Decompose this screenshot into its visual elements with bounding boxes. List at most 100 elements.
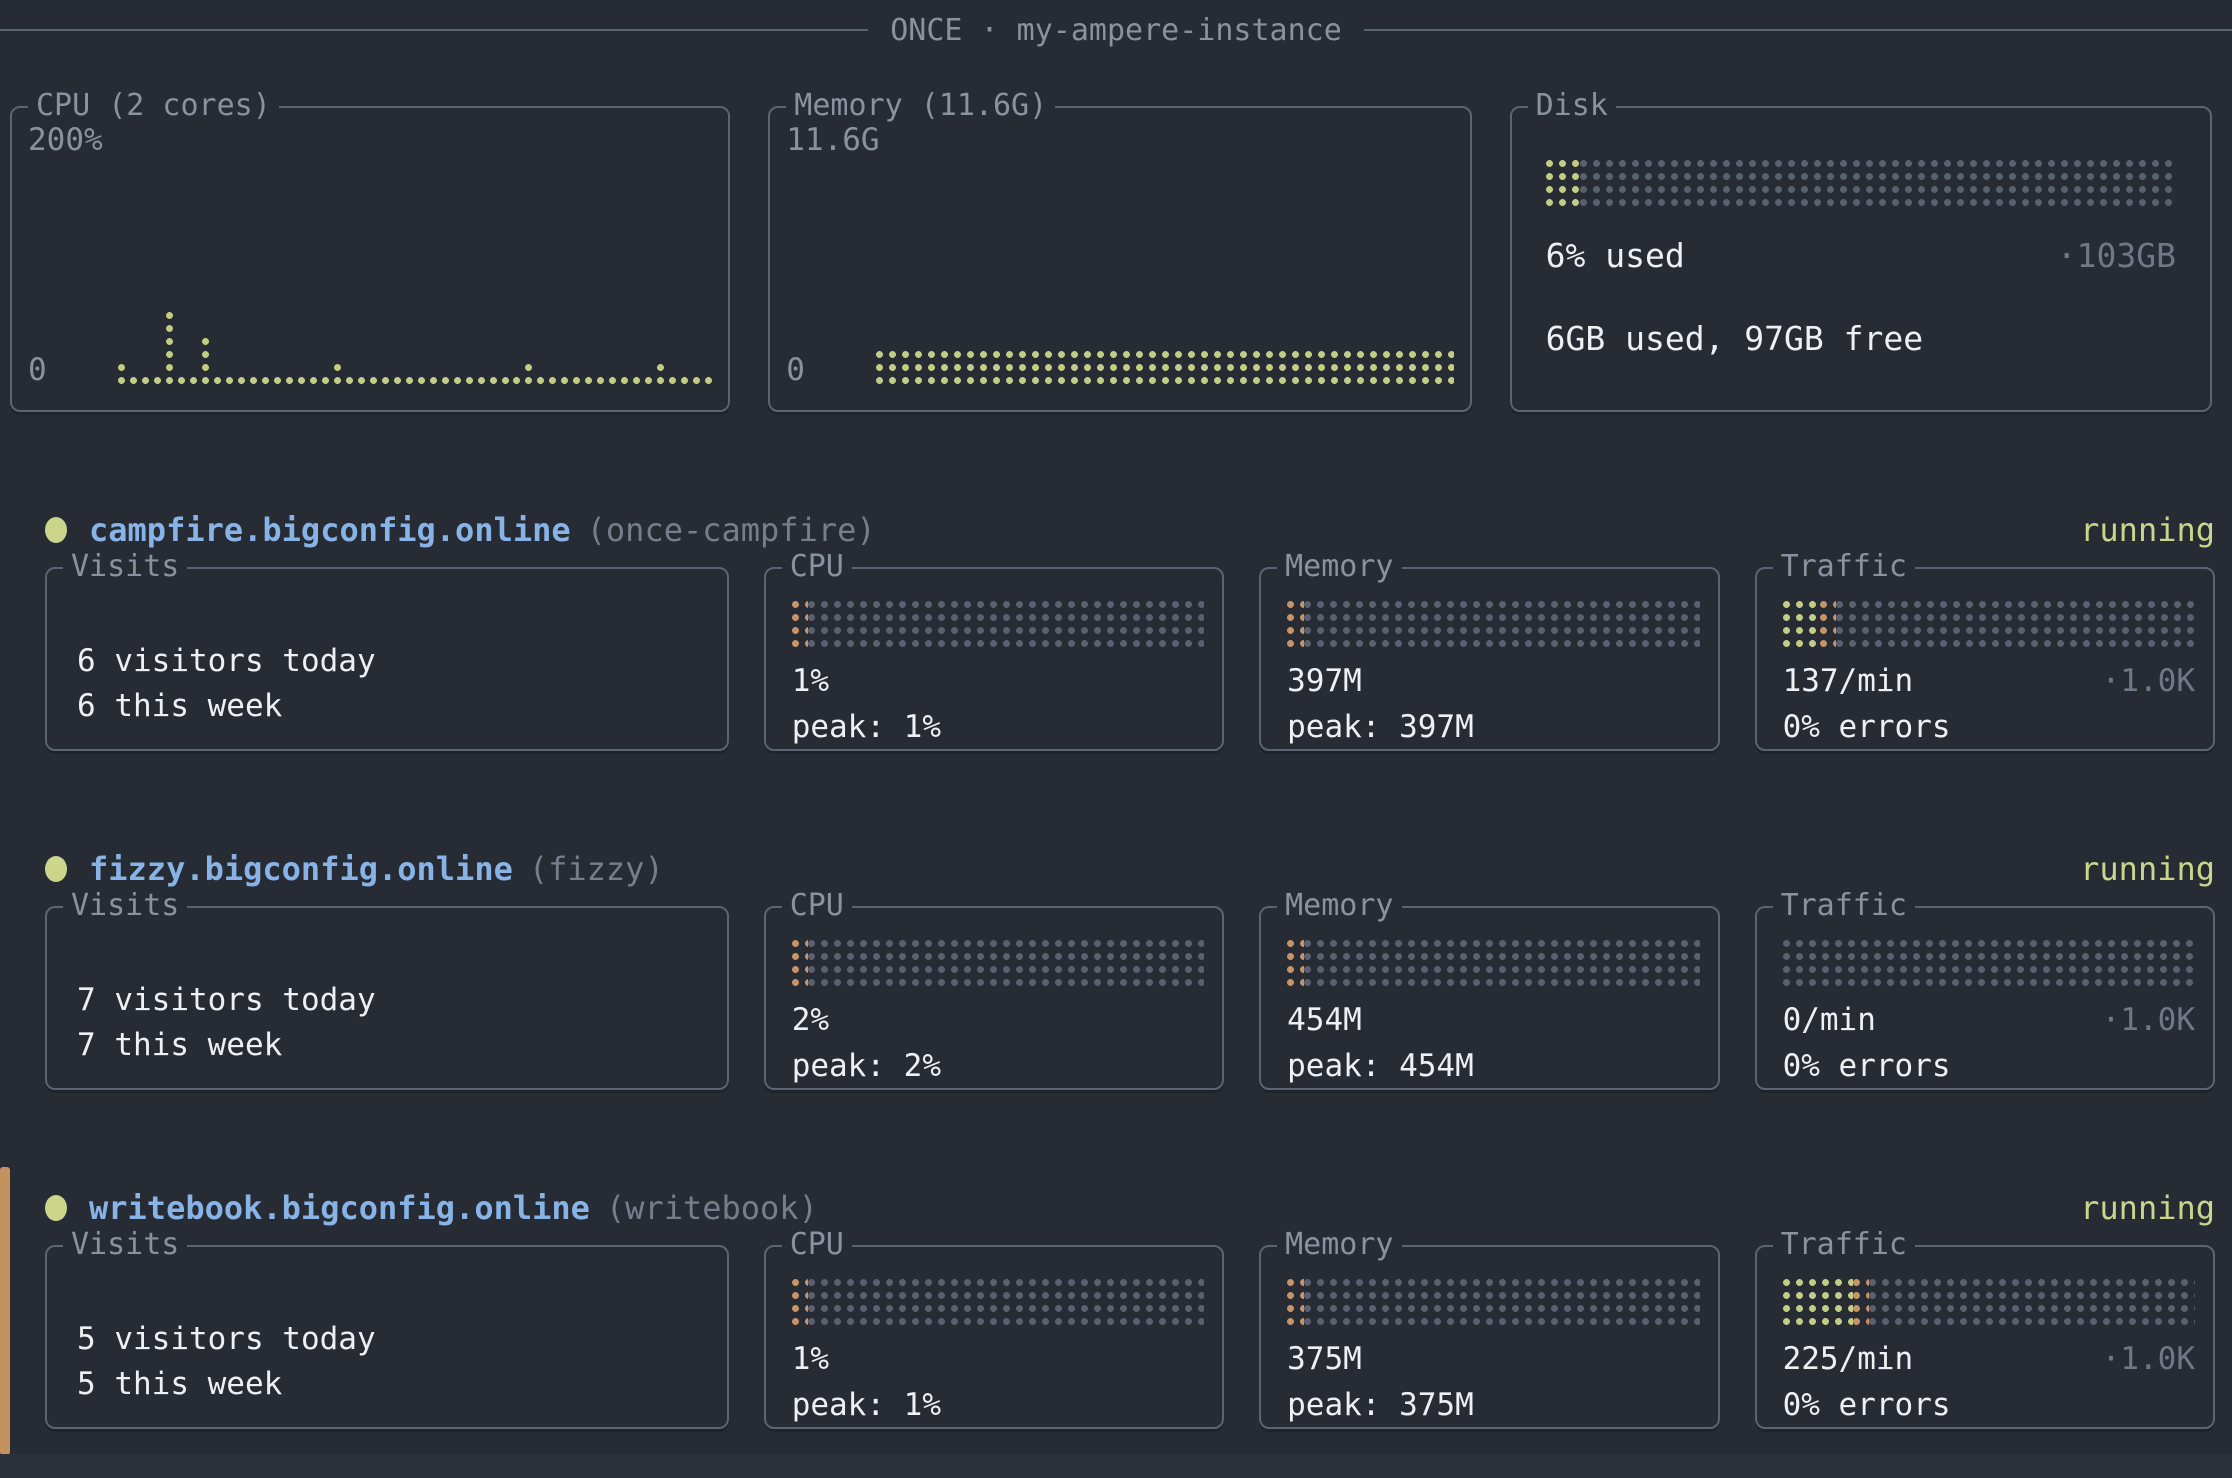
disk-usage-row: 6% used ·103GB bbox=[1546, 236, 2176, 275]
memory-peak: peak: 375M bbox=[1287, 1385, 1699, 1425]
traffic-capacity: ·1.0K bbox=[2102, 1000, 2195, 1040]
status-badge: running bbox=[2080, 850, 2215, 888]
status-dot-icon bbox=[45, 517, 67, 543]
memory-box: Memory 397M peak: 397M bbox=[1259, 567, 1719, 751]
title-rule-right bbox=[1364, 29, 2232, 31]
memory-gauge bbox=[1287, 940, 1699, 986]
host-memory-panel-title: Memory (11.6G) bbox=[786, 87, 1055, 125]
cpu-gauge bbox=[792, 601, 1204, 647]
app-metric-boxes: Visits 7 visitors today 7 this week CPU … bbox=[0, 891, 2232, 1090]
selection-indicator bbox=[0, 1167, 10, 1455]
memory-box: Memory 375M peak: 375M bbox=[1259, 1245, 1719, 1429]
traffic-errors: 0% errors bbox=[1783, 1046, 2195, 1086]
memory-value: 454M bbox=[1287, 1000, 1699, 1040]
cpu-gauge bbox=[792, 1279, 1204, 1325]
cpu-peak: peak: 1% bbox=[792, 707, 1204, 747]
traffic-gauge bbox=[1783, 1279, 2195, 1325]
memory-axis-max-label: 11.6G bbox=[786, 122, 879, 158]
memory-peak: peak: 397M bbox=[1287, 707, 1699, 747]
traffic-rate: 225/min bbox=[1783, 1339, 1914, 1379]
app-section-campfire: campfire.bigconfig.online (once-campfire… bbox=[0, 507, 2232, 751]
traffic-box-title: Traffic bbox=[1773, 1226, 1915, 1264]
host-panels-row: CPU (2 cores) 200% 0 Memory (11.6G) 11.6… bbox=[0, 48, 2232, 412]
cpu-axis-max-label: 200% bbox=[28, 122, 103, 158]
traffic-box: Traffic 0/min ·1.0K 0% errors bbox=[1755, 906, 2215, 1090]
memory-gauge bbox=[1287, 601, 1699, 647]
visits-week: 6 this week bbox=[77, 684, 727, 729]
visits-today: 5 visitors today bbox=[77, 1317, 727, 1362]
cpu-box: CPU 1% peak: 1% bbox=[764, 567, 1224, 751]
bottom-strip bbox=[0, 1454, 2232, 1478]
app-row-campfire[interactable]: campfire.bigconfig.online (once-campfire… bbox=[0, 507, 2232, 552]
traffic-capacity: ·1.0K bbox=[2102, 661, 2195, 701]
traffic-gauge bbox=[1783, 601, 2195, 647]
traffic-errors: 0% errors bbox=[1783, 1385, 2195, 1425]
app-alias: (once-campfire) bbox=[587, 511, 876, 549]
cpu-peak: peak: 1% bbox=[792, 1385, 1204, 1425]
disk-used-label: 6% used bbox=[1546, 236, 1685, 275]
disk-usage-gauge bbox=[1546, 160, 2176, 206]
host-disk-panel-title: Disk bbox=[1528, 87, 1616, 125]
visits-box: Visits 7 visitors today 7 this week bbox=[45, 906, 729, 1090]
visits-box: Visits 6 visitors today 6 this week bbox=[45, 567, 729, 751]
status-dot-icon bbox=[45, 1195, 67, 1221]
status-badge: running bbox=[2080, 1189, 2215, 1227]
app-row-writebook[interactable]: writebook.bigconfig.online (writebook) r… bbox=[0, 1185, 2232, 1230]
app-metric-boxes: Visits 6 visitors today 6 this week CPU … bbox=[0, 552, 2232, 751]
memory-peak: peak: 454M bbox=[1287, 1046, 1699, 1086]
visits-today: 7 visitors today bbox=[77, 978, 727, 1023]
cpu-box-title: CPU bbox=[782, 548, 852, 586]
traffic-box-title: Traffic bbox=[1773, 887, 1915, 925]
cpu-axis-min-label: 0 bbox=[28, 352, 47, 388]
memory-box-title: Memory bbox=[1277, 1226, 1401, 1264]
host-memory-panel: Memory (11.6G) 11.6G 0 bbox=[768, 106, 1471, 412]
cpu-box: CPU 2% peak: 2% bbox=[764, 906, 1224, 1090]
app-row-fizzy[interactable]: fizzy.bigconfig.online (fizzy) running bbox=[0, 846, 2232, 891]
app-domain: campfire.bigconfig.online bbox=[89, 511, 571, 549]
app-section-writebook: writebook.bigconfig.online (writebook) r… bbox=[0, 1185, 2232, 1429]
status-badge: running bbox=[2080, 511, 2215, 549]
visits-box-title: Visits bbox=[63, 548, 187, 586]
traffic-rate: 137/min bbox=[1783, 661, 1914, 701]
memory-gauge bbox=[1287, 1279, 1699, 1325]
cpu-box: CPU 1% peak: 1% bbox=[764, 1245, 1224, 1429]
visits-box-title: Visits bbox=[63, 887, 187, 925]
app-section-fizzy: fizzy.bigconfig.online (fizzy) running V… bbox=[0, 846, 2232, 1090]
status-dot-icon bbox=[45, 856, 67, 882]
app-domain: writebook.bigconfig.online bbox=[89, 1189, 590, 1227]
host-cpu-panel: CPU (2 cores) 200% 0 bbox=[10, 106, 730, 412]
window-title-bar: ONCE · my-ampere-instance bbox=[0, 12, 2232, 48]
title-rule-left bbox=[0, 29, 868, 31]
disk-total-label: ·103GB bbox=[2057, 236, 2176, 275]
traffic-errors: 0% errors bbox=[1783, 707, 2195, 747]
traffic-capacity: ·1.0K bbox=[2102, 1339, 2195, 1379]
memory-box-title: Memory bbox=[1277, 548, 1401, 586]
memory-axis-min-label: 0 bbox=[786, 352, 805, 388]
traffic-box: Traffic 137/min ·1.0K 0% errors bbox=[1755, 567, 2215, 751]
visits-box: Visits 5 visitors today 5 this week bbox=[45, 1245, 729, 1429]
cpu-box-title: CPU bbox=[782, 1226, 852, 1264]
memory-box-title: Memory bbox=[1277, 887, 1401, 925]
host-cpu-panel-title: CPU (2 cores) bbox=[28, 87, 279, 125]
host-disk-panel: Disk 6% used ·103GB 6GB used, 97GB free bbox=[1510, 106, 2212, 412]
app-alias: (writebook) bbox=[606, 1189, 818, 1227]
cpu-value: 1% bbox=[792, 661, 1204, 701]
traffic-box-title: Traffic bbox=[1773, 548, 1915, 586]
memory-box: Memory 454M peak: 454M bbox=[1259, 906, 1719, 1090]
visits-today: 6 visitors today bbox=[77, 639, 727, 684]
memory-value: 375M bbox=[1287, 1339, 1699, 1379]
app-metric-boxes: Visits 5 visitors today 5 this week CPU … bbox=[0, 1230, 2232, 1429]
memory-value: 397M bbox=[1287, 661, 1699, 701]
memory-usage-band bbox=[876, 351, 1453, 384]
cpu-gauge bbox=[792, 940, 1204, 986]
app-alias: (fizzy) bbox=[529, 850, 664, 888]
cpu-value: 1% bbox=[792, 1339, 1204, 1379]
cpu-sparkline bbox=[118, 312, 712, 384]
cpu-box-title: CPU bbox=[782, 887, 852, 925]
app-domain: fizzy.bigconfig.online bbox=[89, 850, 513, 888]
traffic-box: Traffic 225/min ·1.0K 0% errors bbox=[1755, 1245, 2215, 1429]
cpu-peak: peak: 2% bbox=[792, 1046, 1204, 1086]
visits-box-title: Visits bbox=[63, 1226, 187, 1264]
page-title: ONCE · my-ampere-instance bbox=[890, 13, 1342, 48]
visits-week: 7 this week bbox=[77, 1023, 727, 1068]
